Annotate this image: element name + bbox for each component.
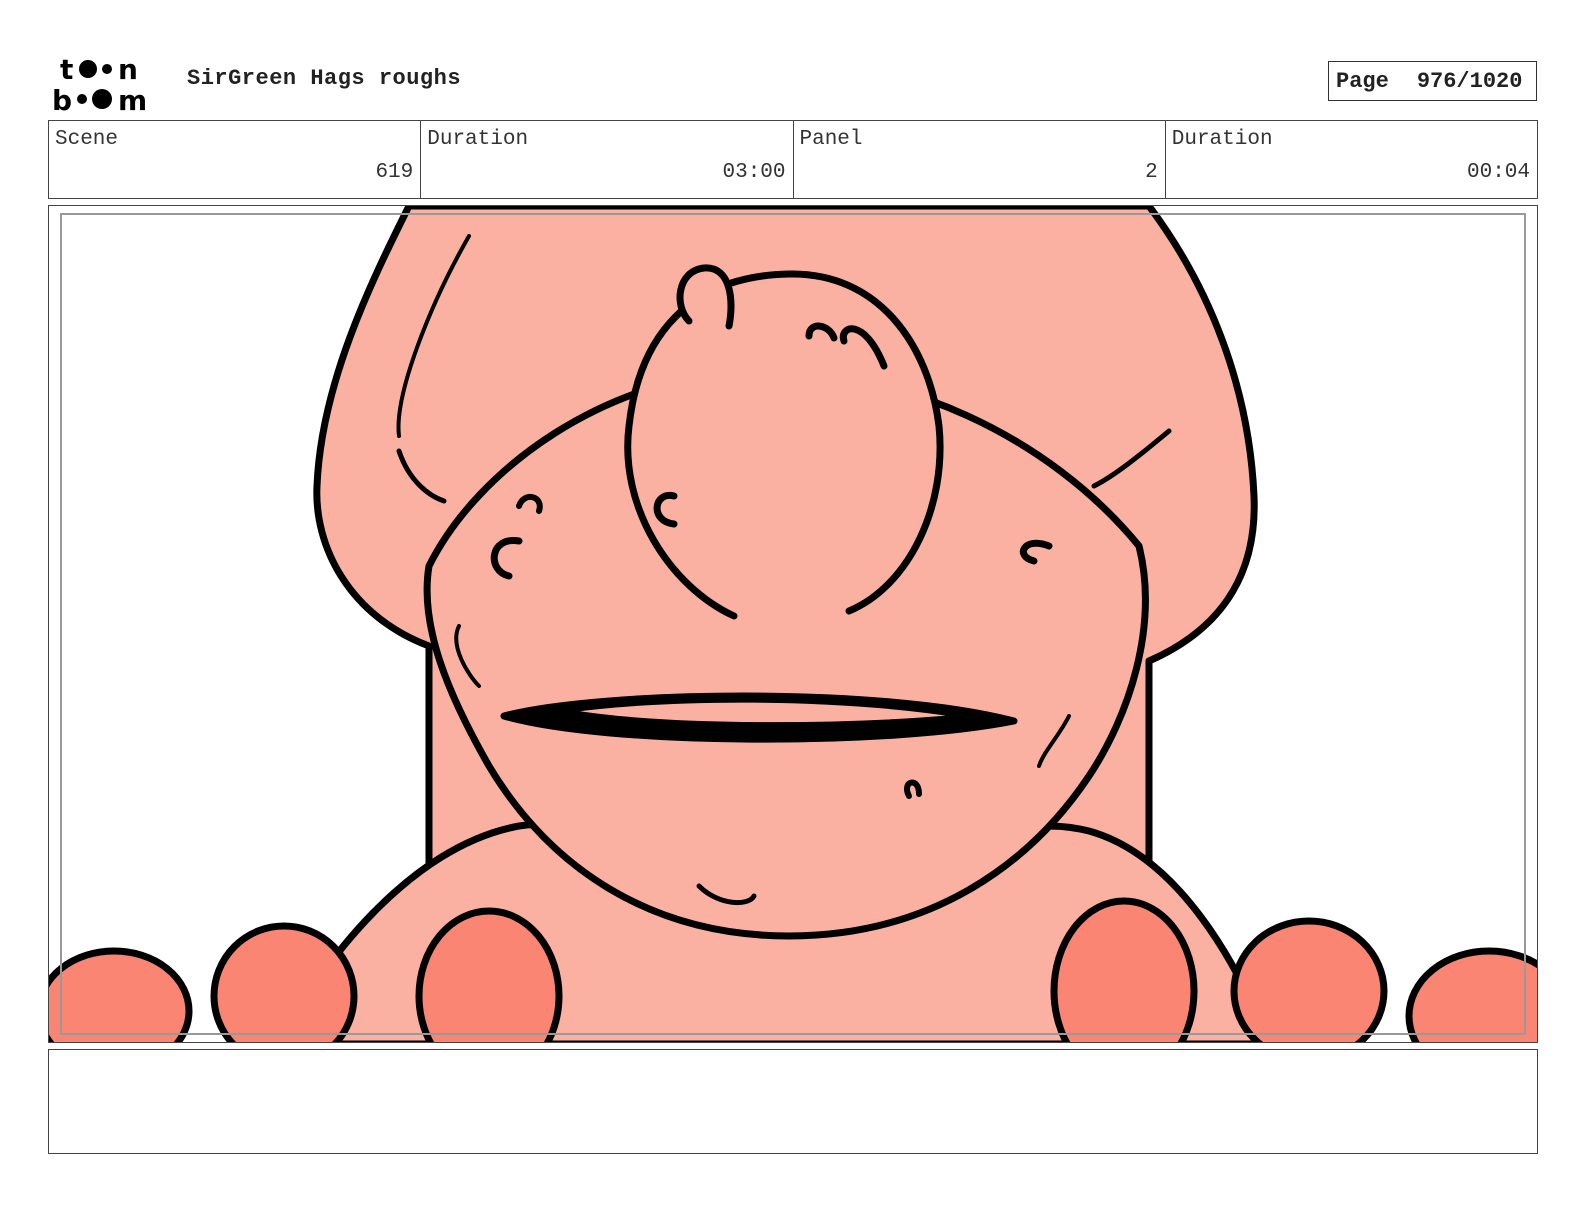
scene-duration-label: Duration (427, 128, 529, 151)
page-indicator: Page 976/1020 (1328, 61, 1537, 101)
panel-cell: Panel 2 (794, 121, 1166, 198)
toon-boom-logo: t n b m (52, 53, 147, 112)
panel-duration-value: 00:04 (1466, 161, 1530, 184)
project-title: SirGreen Hags roughs (187, 66, 462, 91)
svg-text:n: n (118, 53, 138, 86)
panel-duration-label: Duration (1171, 128, 1273, 151)
panel-drawing (49, 206, 1537, 1042)
panel-label: Panel (799, 128, 863, 151)
panel-value: 2 (1145, 161, 1158, 184)
hand-center-right (1050, 897, 1198, 1042)
scene-duration-value: 03:00 (722, 161, 786, 184)
hand-right (1230, 917, 1388, 1042)
panel-duration-cell: Duration 00:04 (1166, 121, 1537, 198)
scene-label: Scene (55, 128, 119, 151)
scene-value: 619 (375, 161, 414, 184)
hand-center-left (415, 907, 563, 1042)
scene-duration-cell: Duration 03:00 (421, 121, 794, 198)
svg-text:m: m (118, 84, 147, 112)
character-nose (624, 270, 944, 620)
scene-cell: Scene 619 (49, 121, 422, 198)
hand-left-edge (49, 947, 193, 1042)
page-label: Page (1336, 68, 1389, 94)
page-number: 976/1020 (1416, 68, 1523, 94)
hand-right-edge (1405, 947, 1537, 1042)
svg-text:b: b (52, 84, 72, 112)
storyboard-panel (48, 205, 1538, 1043)
panel-notes-box[interactable] (48, 1049, 1538, 1154)
nose-wart (676, 264, 735, 330)
svg-text:t: t (60, 53, 73, 86)
hand-left (210, 922, 358, 1042)
panel-info-table: Scene 619 Duration 03:00 Panel 2 Duratio… (48, 120, 1538, 199)
